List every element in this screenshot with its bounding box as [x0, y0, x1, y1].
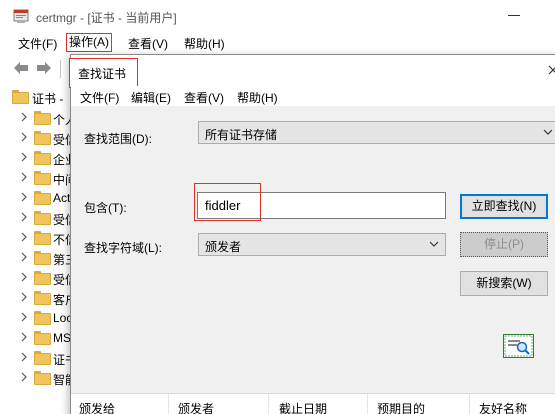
chevron-right-icon[interactable] [19, 132, 29, 142]
dialog-titlebar: 查找证书 [69, 55, 555, 88]
close-icon[interactable] [545, 62, 555, 78]
back-arrow-icon[interactable] [13, 61, 29, 75]
column-expiration[interactable]: 截止日期 [279, 400, 327, 414]
tree-item[interactable]: Act [0, 188, 76, 208]
tree-item[interactable]: MS [0, 328, 76, 348]
column-separator[interactable] [469, 394, 470, 414]
find-certificates-dialog: 查找证书 文件(F) 编辑(E) 查看(V) 帮助(H) 查找范围(D): 所有… [69, 54, 555, 414]
scope-value: 所有证书存储 [205, 128, 278, 142]
certmgr-app-icon [13, 9, 29, 23]
contains-label: 包含(T): [84, 201, 127, 215]
dialog-title-highlight: 查找证书 [69, 58, 138, 88]
tree-item[interactable]: Loc [0, 308, 76, 328]
tree-item[interactable]: 受信 [0, 128, 77, 148]
folder-icon [34, 311, 51, 325]
certificate-tree: 证书 - 个人 受信 企业 中间 Act 受信 不信 第三 受信 客户 Loc MS 证书 智能 [0, 84, 77, 414]
tree-item[interactable]: 证书 [0, 348, 77, 368]
dialog-menubar: 文件(F) 编辑(E) 查看(V) 帮助(H) [71, 86, 555, 106]
chevron-right-icon[interactable] [19, 172, 29, 182]
column-separator[interactable] [367, 394, 368, 414]
new-search-button[interactable]: 新搜索(W) [460, 271, 548, 296]
minimize-icon[interactable] [508, 15, 520, 16]
certmgr-title: certmgr - [证书 - 当前用户] [36, 11, 177, 25]
certmgr-titlebar: certmgr - [证书 - 当前用户] [0, 0, 555, 32]
results-header: 颁发给 颁发者 截止日期 预期目的 友好名称 [71, 393, 555, 414]
column-friendly-name[interactable]: 友好名称 [479, 400, 527, 414]
certmgr-toolbar [0, 54, 70, 84]
chevron-right-icon[interactable] [19, 252, 29, 262]
folder-icon [34, 211, 51, 225]
chevron-right-icon[interactable] [19, 312, 29, 322]
stop-button[interactable]: 停止(P) [460, 232, 548, 257]
chevron-down-icon [429, 241, 439, 247]
chevron-right-icon[interactable] [19, 232, 29, 242]
tree-item[interactable]: 不信 [0, 228, 77, 248]
find-now-button[interactable]: 立即查找(N) [460, 194, 548, 219]
menu-file[interactable]: 文件(F) [18, 35, 57, 52]
folder-icon [34, 251, 51, 265]
field-value: 颁发者 [205, 240, 242, 254]
folder-icon [34, 231, 51, 245]
tree-item[interactable]: 客户 [0, 288, 77, 308]
contains-input[interactable] [197, 192, 446, 219]
tree-item-label: MS [53, 331, 71, 345]
tree-item[interactable]: 企业 [0, 148, 77, 168]
chevron-right-icon[interactable] [19, 152, 29, 162]
column-separator[interactable] [268, 394, 269, 414]
dialog-menu-help[interactable]: 帮助(H) [237, 89, 278, 106]
dialog-menu-view[interactable]: 查看(V) [184, 89, 224, 106]
tree-item[interactable]: 第三 [0, 248, 77, 268]
folder-icon [34, 151, 51, 165]
certmgr-menubar: 文件(F) 操作(A) 查看(V) 帮助(H) [0, 32, 555, 54]
chevron-right-icon[interactable] [19, 332, 29, 342]
menu-help[interactable]: 帮助(H) [184, 35, 225, 52]
field-combobox[interactable]: 颁发者 [198, 233, 446, 256]
chevron-right-icon[interactable] [19, 372, 29, 382]
chevron-right-icon[interactable] [19, 192, 29, 202]
dialog-title: 查找证书 [78, 67, 127, 81]
tree-item-label: Act [53, 191, 71, 205]
scope-combobox[interactable]: 所有证书存储 [198, 121, 555, 144]
chevron-right-icon[interactable] [19, 272, 29, 282]
folder-icon [34, 131, 51, 145]
contains-text[interactable] [198, 193, 445, 218]
tree-item[interactable]: 受信 [0, 268, 77, 288]
tree-item[interactable]: 个人 [0, 108, 77, 128]
field-label: 查找字符域(L): [84, 241, 163, 255]
column-issued-to[interactable]: 颁发给 [79, 400, 115, 414]
toolbar-separator [60, 60, 61, 78]
folder-icon [34, 371, 51, 385]
menu-view[interactable]: 查看(V) [128, 35, 168, 52]
chevron-right-icon[interactable] [19, 212, 29, 222]
column-issued-by[interactable]: 颁发者 [178, 400, 214, 414]
chevron-right-icon[interactable] [19, 352, 29, 362]
dialog-menu-file[interactable]: 文件(F) [80, 89, 119, 106]
chevron-right-icon[interactable] [19, 112, 29, 122]
folder-icon [34, 191, 51, 205]
forward-arrow-icon[interactable] [36, 61, 52, 75]
certificate-search-icon [503, 334, 534, 358]
chevron-down-icon [543, 129, 553, 135]
tree-item[interactable]: 智能 [0, 368, 77, 388]
menu-action[interactable]: 操作(A) [66, 33, 112, 52]
folder-icon [34, 111, 51, 125]
folder-icon [34, 271, 51, 285]
tree-item[interactable]: 受信 [0, 208, 77, 228]
folder-icon [34, 351, 51, 365]
tree-item[interactable]: 中间 [0, 168, 77, 188]
column-separator[interactable] [168, 394, 169, 414]
dialog-menu-edit[interactable]: 编辑(E) [131, 89, 171, 106]
chevron-right-icon[interactable] [19, 292, 29, 302]
folder-icon [34, 291, 51, 305]
folder-icon [34, 331, 51, 345]
column-purposes[interactable]: 预期目的 [377, 400, 425, 414]
scope-label: 查找范围(D): [84, 132, 152, 146]
folder-icon [34, 171, 51, 185]
folder-icon [12, 90, 29, 104]
tree-root-label: 证书 - [32, 92, 64, 106]
